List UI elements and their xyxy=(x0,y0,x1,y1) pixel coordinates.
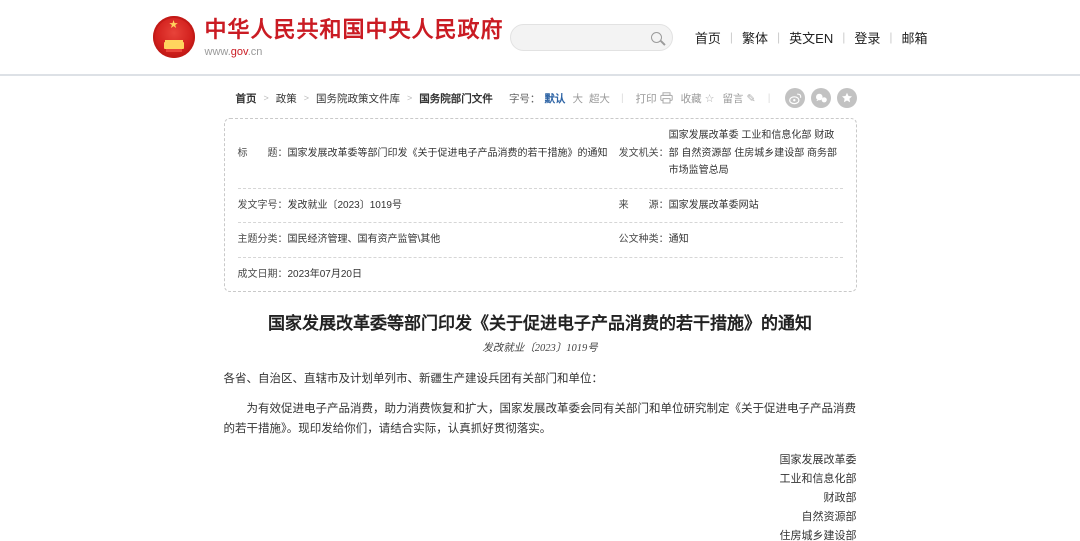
meta-date-label: 成文日期： xyxy=(238,266,288,284)
meta-number-cell: 发文字号： 发改就业〔2023〕1019号 xyxy=(238,197,619,215)
signature-line: 自然资源部 xyxy=(224,508,857,527)
site-url-gov: gov xyxy=(231,46,248,58)
meta-title-cell: 标 题： 国家发展改革委等部门印发《关于促进电子产品消费的若干措施》的通知 xyxy=(238,145,619,163)
signature-block: 国家发展改革委 工业和信息化部 财政部 自然资源部 住房城乡建设部 商务部 市场… xyxy=(224,451,857,541)
breadcrumb-home[interactable]: 首页 xyxy=(236,91,257,106)
breadcrumb-separator: > xyxy=(304,93,309,103)
breadcrumb-separator: > xyxy=(407,93,412,103)
print-button[interactable]: 打印 xyxy=(636,91,673,106)
weibo-share-icon[interactable] xyxy=(785,88,805,108)
meta-agency-value: 国家发展改革委 工业和信息化部 财政部 自然资源部 住房城乡建设部 商务部 市场… xyxy=(669,127,843,180)
article-body: 各省、自治区、直辖市及计划单列市、新疆生产建设兵团有关部门和单位： 为有效促进电… xyxy=(224,369,857,439)
favorite-button[interactable]: 收藏 ☆ xyxy=(681,91,715,106)
meta-row-date: 成文日期： 2023年07月20日 xyxy=(238,258,843,292)
signature-line: 国家发展改革委 xyxy=(224,451,857,470)
site-header: 中华人民共和国中央人民政府 www.gov.cn 首页 | 繁体 | 英文EN … xyxy=(0,0,1080,76)
comment-button[interactable]: 留言 ✎ xyxy=(723,91,756,106)
meta-date-value: 2023年07月20日 xyxy=(288,266,363,284)
meta-row-number-source: 发文字号： 发改就业〔2023〕1019号 来 源： 国家发展改革委网站 xyxy=(238,189,843,224)
pencil-icon: ✎ xyxy=(747,92,756,105)
site-url-www: www. xyxy=(205,46,231,58)
article-paragraph-main: 为有效促进电子产品消费，助力消费恢复和扩大，国家发展改革委会同有关部门和单位研究… xyxy=(224,399,857,439)
meta-source-cell: 来 源： 国家发展改革委网站 xyxy=(619,197,843,215)
comment-label: 留言 xyxy=(723,91,744,106)
signature-line: 工业和信息化部 xyxy=(224,470,857,489)
meta-date-cell: 成文日期： 2023年07月20日 xyxy=(238,266,619,284)
signature-line: 财政部 xyxy=(224,489,857,508)
search-box[interactable] xyxy=(510,24,673,51)
site-url-cn: .cn xyxy=(248,46,263,58)
search-input[interactable] xyxy=(521,30,651,44)
search-icon[interactable] xyxy=(651,32,662,43)
meta-agency-cell: 发文机关： 国家发展改革委 工业和信息化部 财政部 自然资源部 住房城乡建设部 … xyxy=(619,127,843,180)
nav-english[interactable]: 英文EN xyxy=(789,28,833,47)
main-content: 首页 > 政策 > 国务院政策文件库 > 国务院部门文件 字号： 默认 大 超大… xyxy=(224,88,857,541)
nav-login[interactable]: 登录 xyxy=(854,28,880,47)
breadcrumb-separator: > xyxy=(264,93,269,103)
top-nav: 首页 | 繁体 | 英文EN | 登录 | 邮箱 xyxy=(695,28,928,47)
meta-category-value: 国民经济管理、国有资产监管\其他 xyxy=(288,231,441,249)
meta-source-label: 来 源： xyxy=(619,197,669,215)
meta-number-label: 发文字号： xyxy=(238,197,288,215)
font-size-label: 字号： xyxy=(509,91,541,106)
nav-home[interactable]: 首页 xyxy=(695,28,721,47)
nav-divider: | xyxy=(842,30,845,44)
article-paragraph-salutation: 各省、自治区、直辖市及计划单列市、新疆生产建设兵团有关部门和单位： xyxy=(224,369,857,389)
print-label: 打印 xyxy=(636,91,657,106)
toolbar: 首页 > 政策 > 国务院政策文件库 > 国务院部门文件 字号： 默认 大 超大… xyxy=(224,88,857,108)
header-inner: 中华人民共和国中央人民政府 www.gov.cn 首页 | 繁体 | 英文EN … xyxy=(153,16,928,58)
article-title: 国家发展改革委等部门印发《关于促进电子产品消费的若干措施》的通知 xyxy=(224,309,857,334)
breadcrumb-policy-library[interactable]: 国务院政策文件库 xyxy=(316,91,400,106)
share-buttons xyxy=(779,88,857,108)
tools-divider: | xyxy=(768,92,771,104)
breadcrumb: 首页 > 政策 > 国务院政策文件库 > 国务院部门文件 xyxy=(224,91,493,106)
brand-text: 中华人民共和国中央人民政府 www.gov.cn xyxy=(205,17,504,58)
site-title[interactable]: 中华人民共和国中央人民政府 xyxy=(205,17,504,43)
signature-line: 住房城乡建设部 xyxy=(224,527,857,541)
nav-divider: | xyxy=(777,30,780,44)
meta-number-value: 发改就业〔2023〕1019号 xyxy=(288,197,403,215)
meta-agency-label: 发文机关： xyxy=(619,145,669,163)
qzone-share-icon[interactable] xyxy=(837,88,857,108)
favorite-label: 收藏 xyxy=(681,91,702,106)
nav-divider: | xyxy=(730,30,733,44)
meta-row-title-agency: 标 题： 国家发展改革委等部门印发《关于促进电子产品消费的若干措施》的通知 发文… xyxy=(238,119,843,189)
printer-icon xyxy=(660,92,673,104)
meta-doctype-cell: 公文种类： 通知 xyxy=(619,231,843,249)
meta-category-label: 主题分类： xyxy=(238,231,288,249)
meta-source-value: 国家发展改革委网站 xyxy=(669,197,759,215)
tools-divider: | xyxy=(621,92,624,104)
meta-doctype-value: 通知 xyxy=(669,231,689,249)
page-tools: 字号： 默认 大 超大 | 打印 收藏 ☆ 留言 ✎ | xyxy=(509,88,857,108)
breadcrumb-current: 国务院部门文件 xyxy=(419,91,493,106)
site-logo[interactable]: 中华人民共和国中央人民政府 www.gov.cn xyxy=(153,16,504,58)
national-emblem-icon xyxy=(153,16,195,58)
meta-category-cell: 主题分类： 国民经济管理、国有资产监管\其他 xyxy=(238,231,619,249)
star-icon: ☆ xyxy=(705,92,715,105)
font-size-large-button[interactable]: 大 xyxy=(572,91,583,106)
font-size-xlarge-button[interactable]: 超大 xyxy=(589,91,610,106)
meta-doctype-label: 公文种类： xyxy=(619,231,669,249)
meta-title-value: 国家发展改革委等部门印发《关于促进电子产品消费的若干措施》的通知 xyxy=(288,145,608,163)
breadcrumb-policy[interactable]: 政策 xyxy=(276,91,297,106)
nav-divider: | xyxy=(889,30,892,44)
site-url[interactable]: www.gov.cn xyxy=(205,46,504,58)
nav-mail[interactable]: 邮箱 xyxy=(901,28,927,47)
nav-traditional[interactable]: 繁体 xyxy=(742,28,768,47)
article-doc-number: 发改就业〔2023〕1019号 xyxy=(224,340,857,355)
document-meta-table: 标 题： 国家发展改革委等部门印发《关于促进电子产品消费的若干措施》的通知 发文… xyxy=(224,118,857,292)
font-size-default-button[interactable]: 默认 xyxy=(544,91,565,106)
meta-row-category-type: 主题分类： 国民经济管理、国有资产监管\其他 公文种类： 通知 xyxy=(238,223,843,258)
wechat-share-icon[interactable] xyxy=(811,88,831,108)
meta-title-label: 标 题： xyxy=(238,145,288,163)
